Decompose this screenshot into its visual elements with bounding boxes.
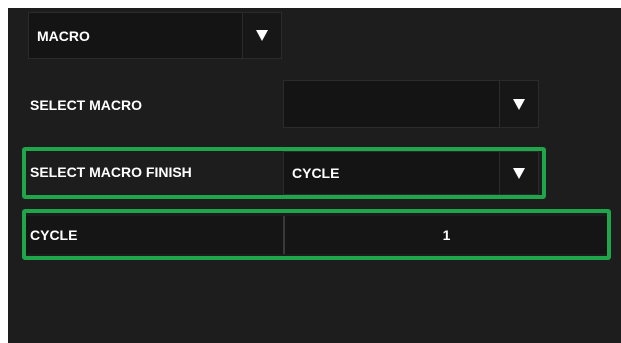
chevron-down-icon[interactable] (499, 81, 538, 127)
select-macro-label: SELECT MACRO (30, 96, 142, 113)
cycle-row-highlight (22, 209, 611, 260)
mode-dropdown[interactable]: MACRO (28, 12, 282, 59)
mode-dropdown-value: MACRO (37, 27, 90, 44)
chevron-down-icon[interactable] (242, 13, 281, 58)
finish-row-highlight (22, 147, 546, 199)
select-macro-dropdown[interactable] (283, 80, 539, 128)
